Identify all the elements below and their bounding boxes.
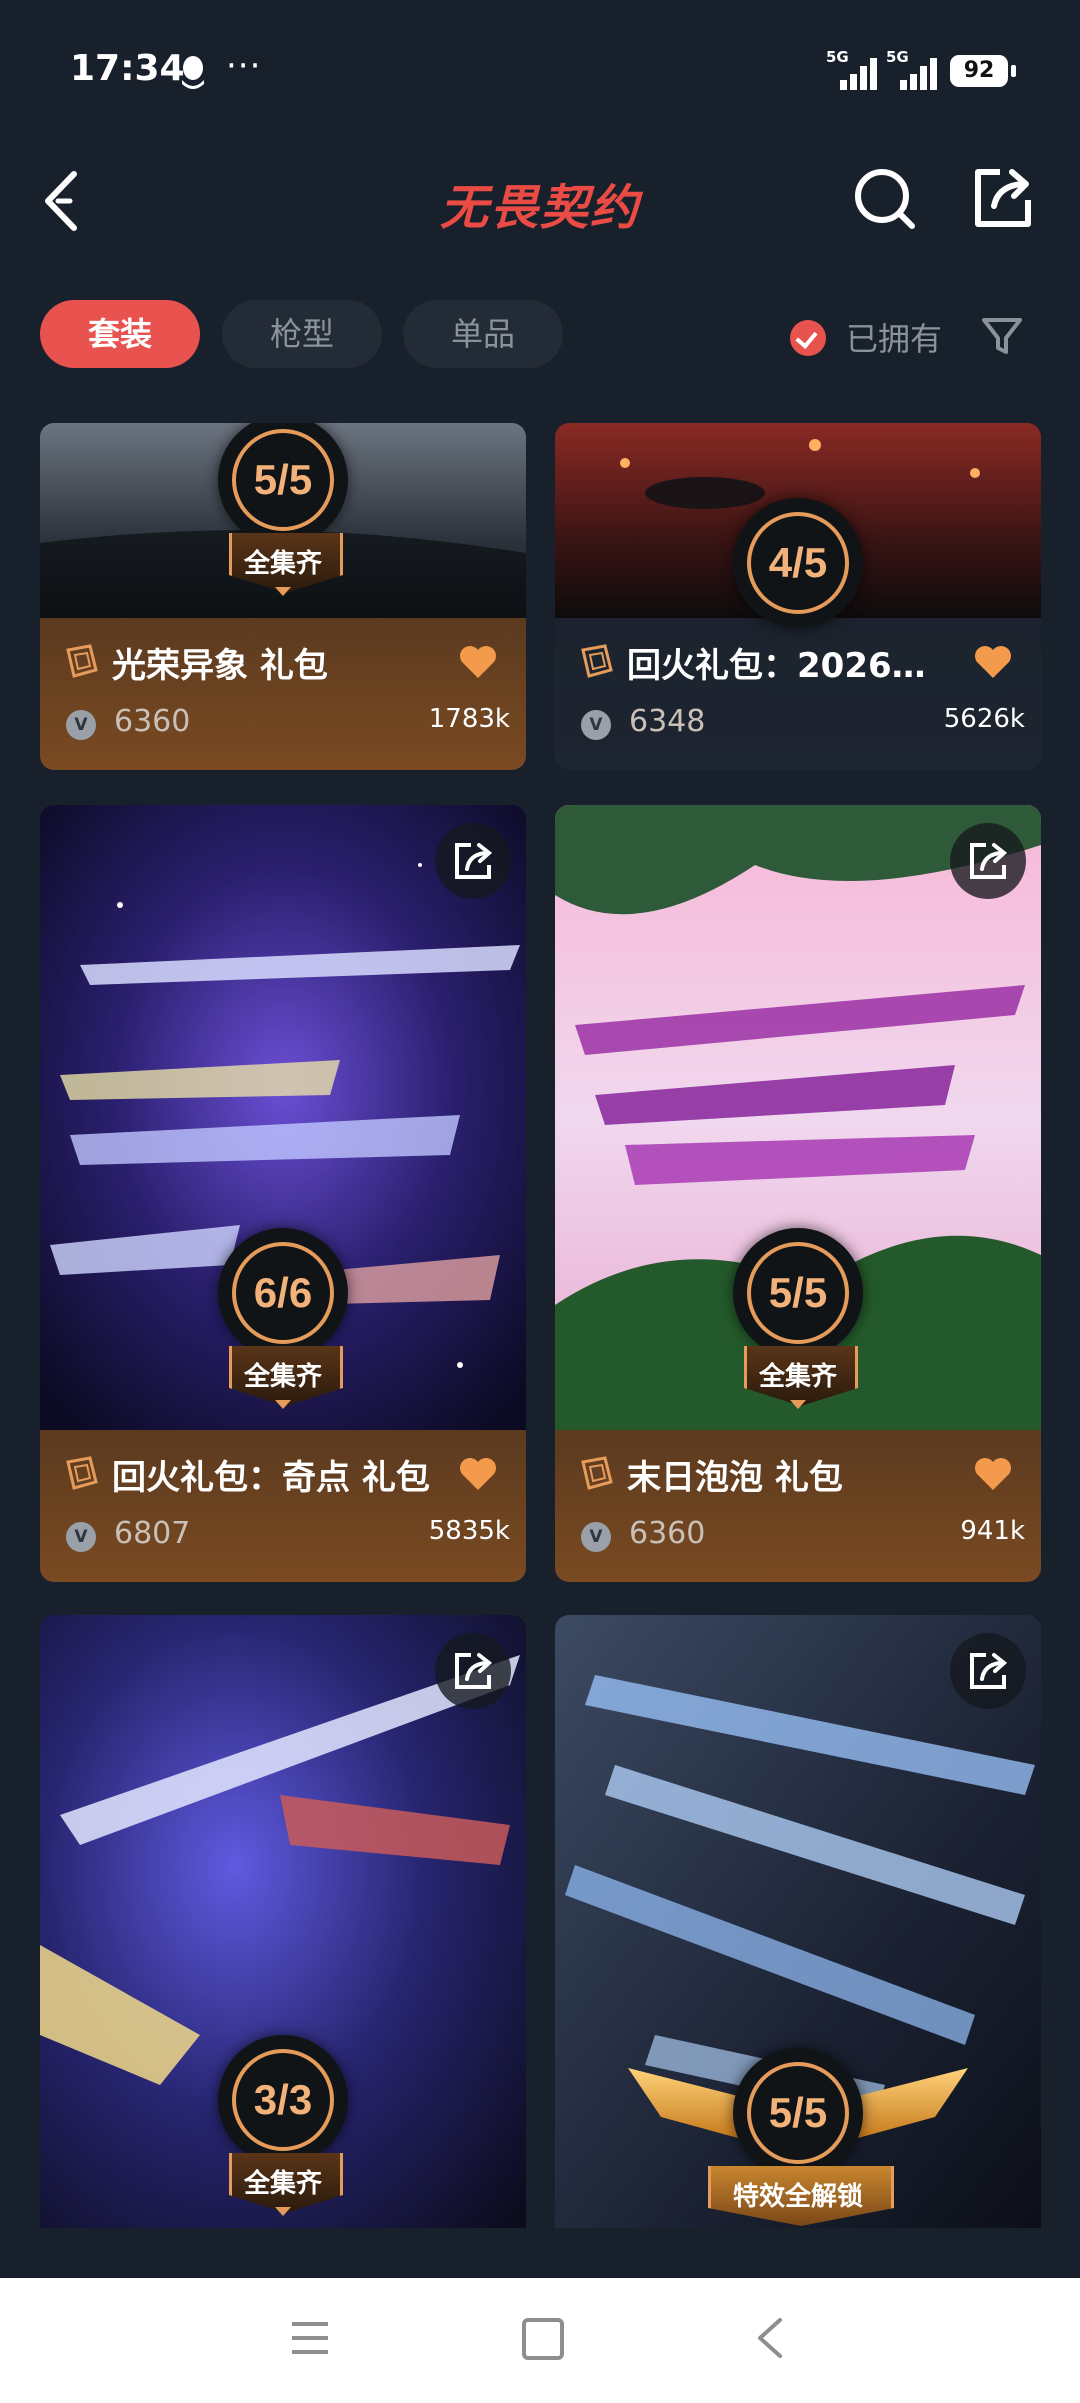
bundle-info: 末日泡泡 礼包 6360 941k: [555, 1430, 1041, 1582]
bundle-info: 光荣异象 礼包 6360 1783k: [40, 618, 526, 770]
collection-badge: 5/5 特效全解锁: [628, 2048, 968, 2228]
battery-icon: 92: [950, 55, 1016, 87]
share-card-button[interactable]: [950, 1633, 1026, 1709]
badge-arrow-icon: [275, 1400, 291, 1409]
collection-badge: 4/5: [728, 498, 868, 698]
bundle-card[interactable]: 光荣异象 礼包 6360 1783k 5/5 全集齐: [40, 423, 526, 770]
bundle-name: 回火礼包：奇点 礼包: [112, 1458, 430, 1498]
like-count: 5626k: [943, 704, 1025, 734]
collection-progress: 5/5: [253, 456, 313, 503]
collection-status: 全集齐: [758, 1362, 837, 1392]
rank-icon: [66, 644, 98, 678]
currency-icon: [581, 1522, 611, 1552]
bundle-grid: 光荣异象 礼包 6360 1783k 5/5 全集齐 回火礼包：2026春...: [0, 423, 1080, 2228]
rank-icon: [581, 644, 613, 678]
share-icon[interactable]: [970, 162, 1036, 232]
badge-arrow-icon: [275, 2207, 291, 2216]
bundle-name: 末日泡泡 礼包: [627, 1458, 843, 1498]
collection-progress: 4/5: [768, 539, 828, 586]
bundle-price: 6807: [114, 1516, 191, 1551]
app-header: 无畏契约: [0, 140, 1080, 260]
tab-single-items[interactable]: 单品: [403, 300, 563, 368]
favorite-heart-icon[interactable]: [458, 1456, 498, 1492]
filter-icon[interactable]: [980, 314, 1024, 358]
share-card-button[interactable]: [435, 823, 511, 899]
share-card-button[interactable]: [950, 823, 1026, 899]
rank-icon: [581, 1456, 613, 1490]
share-card-button[interactable]: [435, 1633, 511, 1709]
collection-badge: 3/3 全集齐: [213, 2035, 353, 2228]
filter-bar: 套装 枪型 单品 已拥有: [0, 300, 1080, 380]
qq-icon: [182, 56, 204, 89]
owned-checkbox[interactable]: [790, 320, 826, 356]
bundle-price: 6360: [629, 1516, 706, 1551]
like-count: 1783k: [428, 704, 510, 734]
status-bar: 17:34 ··· 5G 5G 92: [0, 0, 1080, 140]
home-icon[interactable]: [522, 2318, 564, 2360]
favorite-heart-icon[interactable]: [458, 644, 498, 680]
favorite-heart-icon[interactable]: [973, 1456, 1013, 1492]
battery-level: 92: [963, 58, 995, 83]
bundle-name: 光荣异象 礼包: [112, 646, 328, 686]
tab-weapon-type[interactable]: 枪型: [222, 300, 382, 368]
system-nav-bar: [0, 2278, 1080, 2403]
owned-label[interactable]: 已拥有: [846, 314, 942, 360]
signal-icon-1: 5G: [826, 48, 886, 90]
rank-icon: [66, 1456, 98, 1490]
bundle-price: 6348: [629, 704, 706, 739]
nav-back-icon[interactable]: [752, 2316, 788, 2360]
collection-status: 全集齐: [243, 1362, 322, 1392]
bundle-card[interactable]: 3/3 全集齐: [40, 1615, 526, 2228]
like-count: 941k: [960, 1516, 1025, 1546]
currency-icon: [581, 710, 611, 740]
search-icon[interactable]: [850, 162, 920, 236]
tab-bundles[interactable]: 套装: [40, 300, 200, 368]
badge-arrow-icon: [275, 587, 291, 596]
bundle-price: 6360: [114, 704, 191, 739]
bundle-card[interactable]: 5/5 特效全解锁: [555, 1615, 1041, 2228]
collection-status: 全集齐: [243, 2169, 322, 2199]
collection-status: 特效全解锁: [732, 2182, 863, 2212]
bundle-card[interactable]: 末日泡泡 礼包 6360 941k 5/5 全集齐: [555, 805, 1041, 1582]
status-time: 17:34: [70, 48, 185, 89]
collection-progress: 5/5: [768, 1269, 828, 1316]
collection-badge: 5/5 全集齐: [728, 1228, 868, 1428]
bundle-card[interactable]: 回火礼包：2026春... 6348 5626k 4/5: [555, 423, 1041, 770]
collection-progress: 3/3: [253, 2076, 313, 2123]
like-count: 5835k: [428, 1516, 510, 1546]
collection-badge: 6/6 全集齐: [213, 1228, 353, 1428]
menu-icon[interactable]: [290, 2320, 330, 2356]
collection-progress: 6/6: [253, 1269, 313, 1316]
more-notifications-icon: ···: [226, 46, 262, 86]
favorite-heart-icon[interactable]: [973, 644, 1013, 680]
signal-icon-2: 5G: [886, 48, 946, 90]
collection-status: 全集齐: [243, 549, 322, 579]
currency-icon: [66, 710, 96, 740]
collection-badge: 5/5 全集齐: [213, 423, 353, 615]
bundle-card[interactable]: 回火礼包：奇点 礼包 6807 5835k 6/6 全集齐: [40, 805, 526, 1582]
badge-arrow-icon: [790, 1400, 806, 1409]
bundle-info: 回火礼包：奇点 礼包 6807 5835k: [40, 1430, 526, 1582]
currency-icon: [66, 1522, 96, 1552]
collection-progress: 5/5: [768, 2089, 828, 2136]
